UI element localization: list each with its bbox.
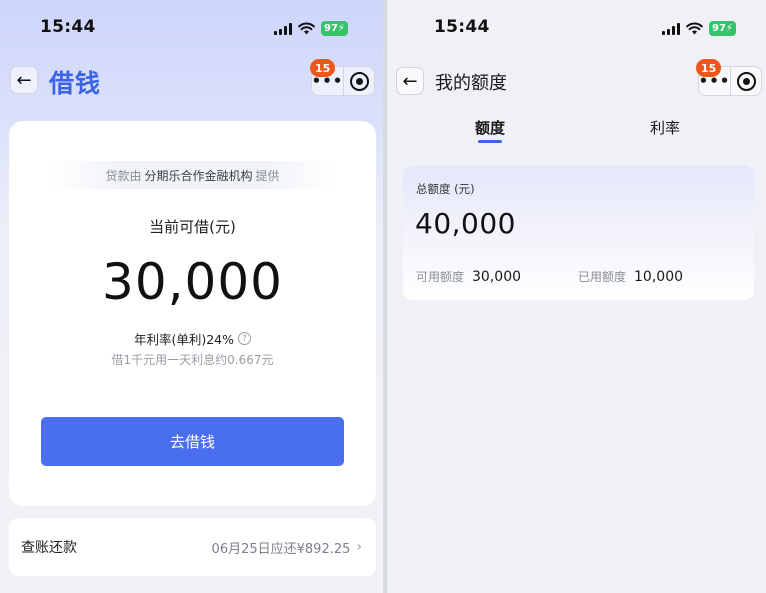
borrow-card: 贷款由 分期乐合作金融机构 提供 当前可借(元) 30,000 年利率(单利)2…	[9, 121, 376, 506]
my-quota-screen: 15:44 97 ⚡ ← 我的额度 ••• 15 额度 利率 总额度 (元) 4…	[387, 0, 766, 593]
target-icon	[349, 71, 369, 91]
quota-tabs: 额度 利率	[387, 117, 766, 147]
status-time: 15:44	[434, 17, 490, 37]
rate-line: 年利率(单利)24% ?	[9, 329, 376, 348]
wifi-icon	[298, 22, 315, 35]
back-button[interactable]: ←	[396, 67, 424, 95]
annual-rate: 年利率(单利)24%	[133, 332, 235, 347]
battery-icon: 97 ⚡	[709, 21, 736, 36]
help-icon[interactable]: ?	[238, 332, 252, 345]
available-quota: 可用额度 30,000	[416, 268, 521, 285]
notification-badge: 15	[310, 59, 336, 77]
page-title: 借钱	[49, 69, 102, 98]
available-label: 当前可借(元)	[149, 218, 236, 236]
interest-example: 借1千元用一天利息约0.667元	[111, 353, 274, 367]
borrow-screen: 15:44 97 ⚡ ← 借钱 ••• 15 贷款由 分期乐合作金融机构 提供 …	[0, 0, 383, 593]
used-quota-label: 已用额度	[578, 270, 627, 284]
available-quota-label: 可用额度	[416, 270, 465, 284]
back-button[interactable]: ←	[10, 66, 38, 94]
signal-icon	[662, 22, 680, 35]
status-bar: 15:44 97 ⚡	[387, 0, 766, 56]
available-amount: 30,000	[102, 253, 283, 311]
total-quota-amount: 40,000	[415, 207, 516, 240]
back-arrow-icon: ←	[402, 70, 418, 92]
provider-name: 分期乐合作金融机构	[144, 168, 253, 183]
due-text: 06月25日应还¥892.25	[211, 541, 351, 557]
tab-quota[interactable]: 额度	[475, 117, 505, 138]
battery-level: 97	[324, 23, 338, 34]
provider-prefix: 贷款由	[105, 168, 142, 183]
close-program-button[interactable]	[344, 67, 374, 95]
repay-label: 查账还款	[21, 540, 77, 556]
provider-banner: 贷款由 分期乐合作金融机构 提供	[49, 161, 336, 189]
borrow-button[interactable]: 去借钱	[41, 417, 344, 466]
repay-due: 06月25日应还¥892.25 ›	[212, 538, 362, 557]
tab-rate[interactable]: 利率	[650, 117, 680, 138]
active-tab-indicator	[478, 140, 502, 143]
used-quota: 已用额度 10,000	[578, 268, 683, 285]
available-quota-value: 30,000	[472, 268, 522, 285]
status-time: 15:44	[40, 17, 96, 37]
wifi-icon	[686, 22, 703, 35]
notification-badge: 15	[696, 59, 722, 77]
repay-row[interactable]: 查账还款 06月25日应还¥892.25 ›	[9, 518, 376, 576]
close-program-button[interactable]	[731, 67, 761, 95]
chevron-right-icon: ›	[356, 539, 362, 555]
provider-suffix: 提供	[255, 168, 280, 183]
battery-icon: 97 ⚡	[321, 21, 348, 36]
battery-level: 97	[712, 23, 726, 34]
status-icons: 97 ⚡	[662, 21, 736, 36]
used-quota-value: 10,000	[634, 268, 684, 285]
back-arrow-icon: ←	[16, 69, 32, 91]
target-icon	[736, 71, 756, 91]
total-quota-label: 总额度 (元)	[416, 182, 475, 196]
status-icons: 97 ⚡	[274, 21, 348, 36]
page-title: 我的额度	[435, 73, 507, 94]
quota-card: 总额度 (元) 40,000 可用额度 30,000 已用额度 10,000	[403, 166, 754, 300]
signal-icon	[274, 22, 292, 35]
status-bar: 15:44 97 ⚡	[0, 0, 383, 56]
